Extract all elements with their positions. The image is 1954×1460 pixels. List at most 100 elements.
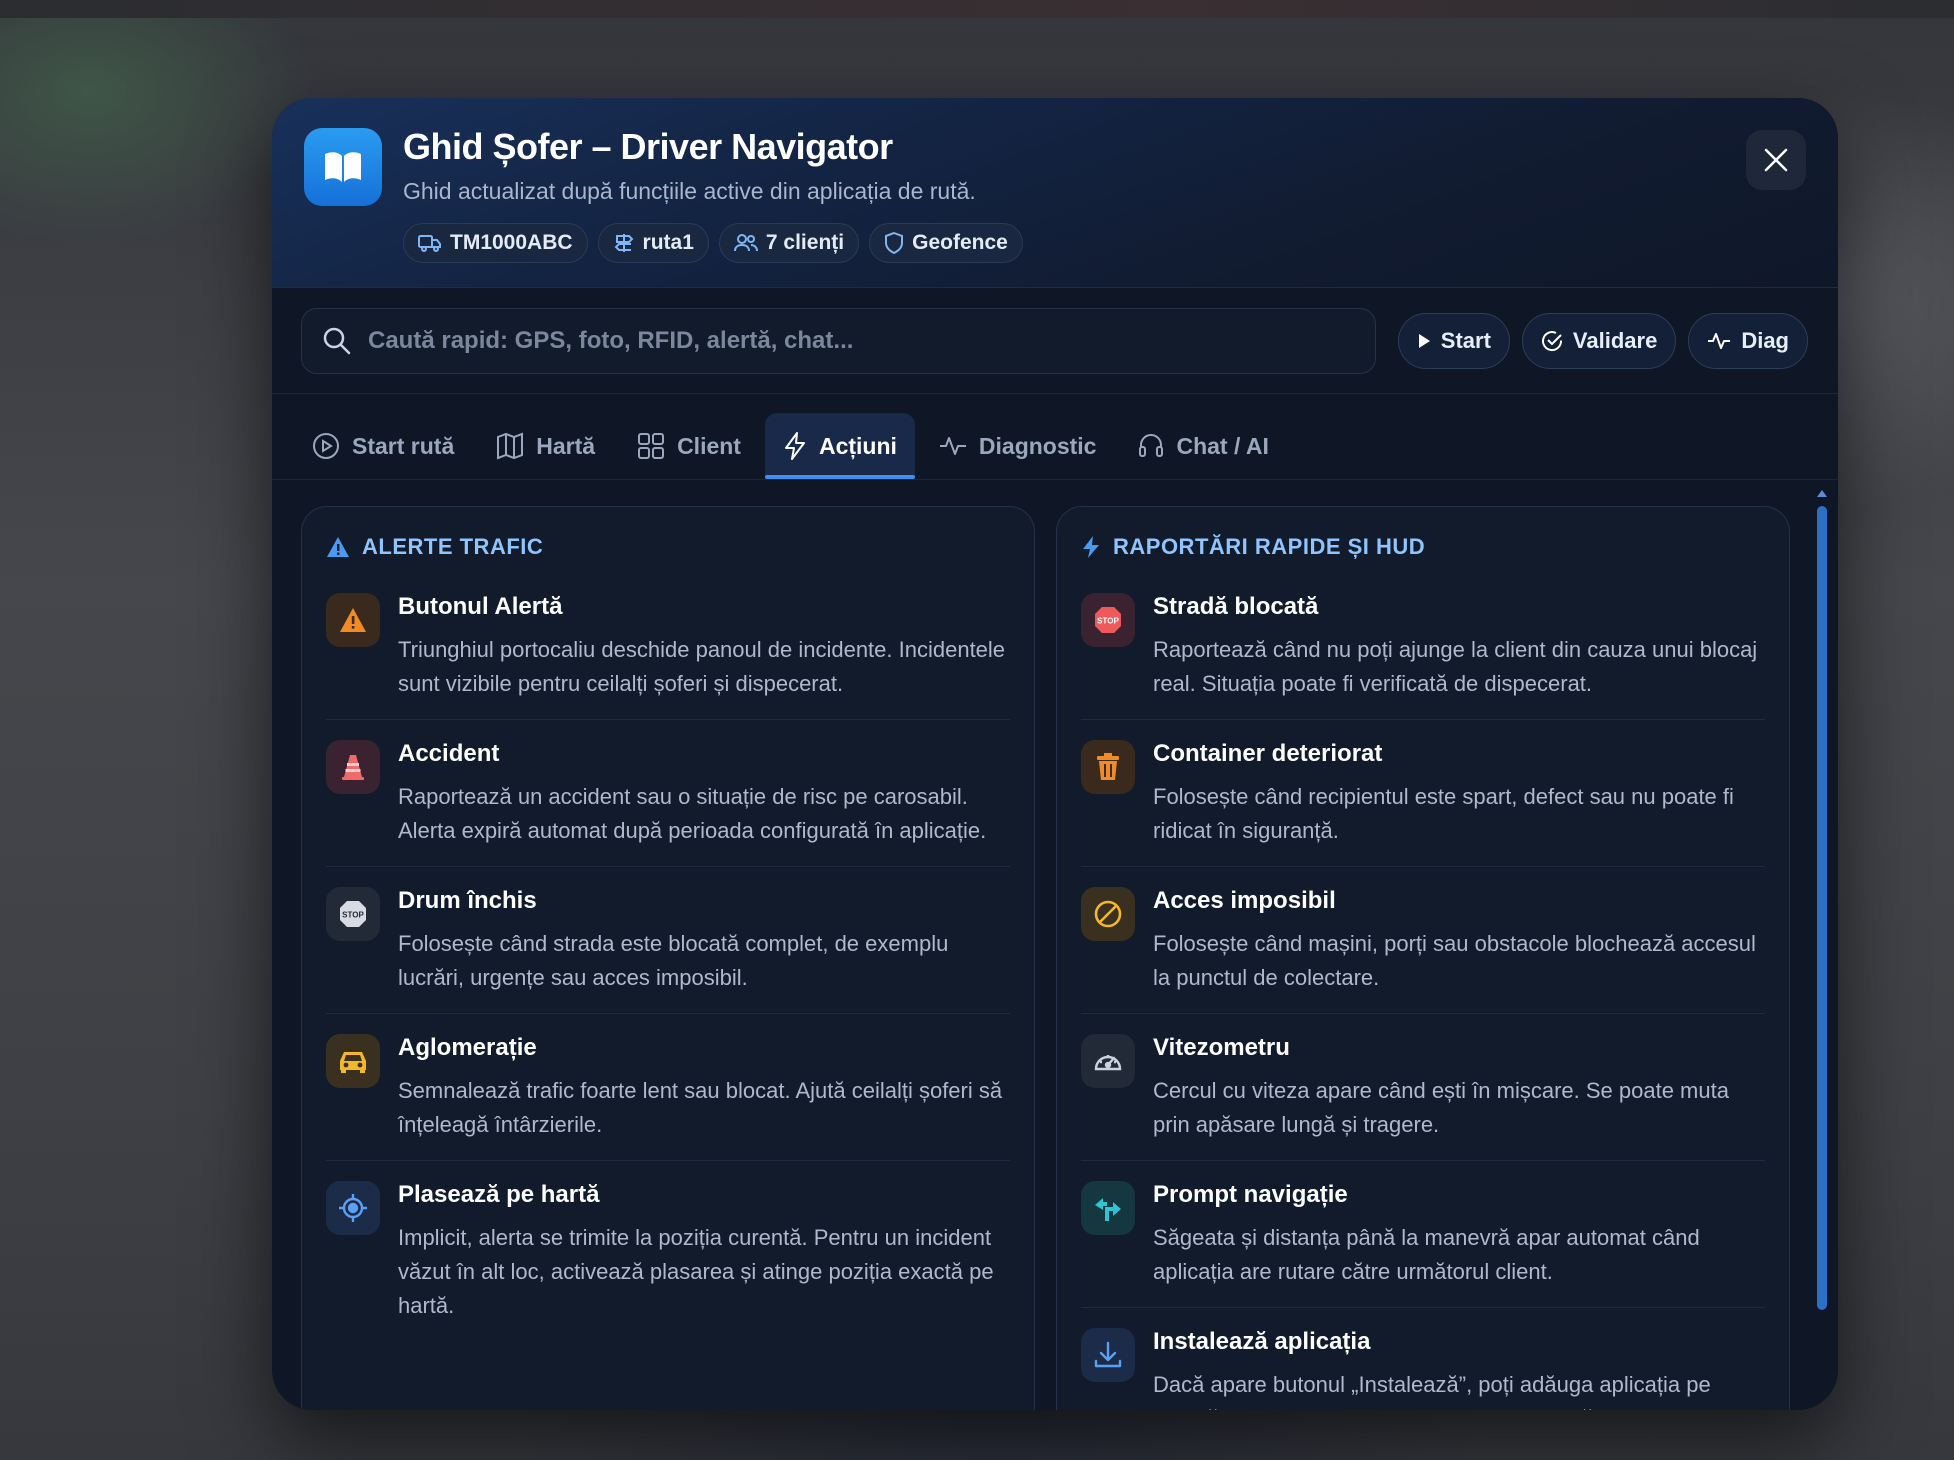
- turn-arrow-icon: [1081, 1181, 1135, 1235]
- item-desc: Săgeata și distanța până la manevră apar…: [1153, 1225, 1700, 1284]
- item-title: Stradă blocată: [1153, 593, 1319, 620]
- item-title: Acces imposibil: [1153, 887, 1336, 914]
- item-desc: Raportează când nu poți ajunge la client…: [1153, 637, 1758, 696]
- scroll-up-arrow-icon[interactable]: [1817, 490, 1827, 497]
- tab-label: Diagnostic: [978, 432, 1097, 459]
- item-title: Instalează aplicația: [1153, 1328, 1371, 1355]
- tab-label: Acțiuni: [818, 432, 897, 459]
- tab-label: Chat / AI: [1176, 432, 1269, 459]
- truck-icon: [418, 235, 441, 252]
- pulse-icon: [1708, 333, 1731, 349]
- item-title: Drum închis: [398, 887, 537, 914]
- trash-icon: [1081, 740, 1135, 794]
- list-item: Instalează aplicația Dacă apare butonul …: [1081, 1318, 1765, 1410]
- tab-label: Hartă: [536, 432, 596, 459]
- pulse-icon: [939, 437, 966, 455]
- item-title: Butonul Alertă: [398, 593, 563, 620]
- stop-sign-icon: STOP: [326, 887, 380, 941]
- tab-actions[interactable]: Acțiuni: [764, 413, 915, 479]
- list-item: STOP Drum închis Folosește când strada e…: [326, 877, 1010, 1014]
- background-strip: [0, 0, 1954, 18]
- validation-button[interactable]: Validare: [1521, 313, 1677, 369]
- item-desc: Raportează un accident sau o situație de…: [398, 784, 987, 843]
- item-desc: Cercul cu viteza apare când ești în mișc…: [1153, 1078, 1729, 1137]
- traffic-cone-icon: [326, 740, 380, 794]
- tab-chat-ai[interactable]: Chat / AI: [1120, 413, 1286, 479]
- scrollbar-thumb[interactable]: [1817, 506, 1827, 1310]
- diag-button[interactable]: Diag: [1688, 313, 1808, 369]
- modal-header: Ghid Șofer – Driver Navigator Ghid actua…: [272, 98, 1838, 288]
- quick-buttons: Start Validare Diag: [1397, 313, 1808, 369]
- item-title: Container deteriorat: [1153, 740, 1383, 767]
- search-input[interactable]: [368, 327, 1375, 355]
- diag-button-label: Diag: [1741, 328, 1789, 353]
- item-desc: Folosește când strada este blocată compl…: [398, 931, 949, 990]
- close-button[interactable]: [1746, 130, 1806, 190]
- check-circle-icon: [1541, 331, 1562, 352]
- item-title: Plasează pe hartă: [398, 1181, 600, 1208]
- chip-label: Geofence: [912, 231, 1008, 254]
- panel-title: ALERTE TRAFIC: [326, 529, 1010, 565]
- modal-subtitle: Ghid actualizat după funcțiile active di…: [403, 178, 976, 204]
- speedometer-icon: [1081, 1034, 1135, 1088]
- tab-diagnostic[interactable]: Diagnostic: [921, 413, 1115, 479]
- list-item: Prompt navigație Săgeata și distanța pân…: [1081, 1171, 1765, 1308]
- content-scrollbar[interactable]: [1816, 490, 1828, 1310]
- tab-label: Client: [677, 432, 741, 459]
- map-icon: [497, 432, 524, 460]
- panel-title-label: RAPORTĂRI RAPIDE ȘI HUD: [1113, 534, 1426, 559]
- panel-title: RAPORTĂRI RAPIDE ȘI HUD: [1081, 529, 1765, 565]
- validation-button-label: Validare: [1572, 328, 1658, 353]
- svg-text:STOP: STOP: [1097, 617, 1119, 626]
- item-title: Vitezometru: [1153, 1034, 1290, 1061]
- tab-content: ALERTE TRAFIC Butonul Alertă Triunghiul …: [272, 480, 1838, 1410]
- chip-label: ruta1: [642, 231, 694, 254]
- car-icon: [326, 1034, 380, 1088]
- tab-start-route[interactable]: Start rută: [294, 413, 472, 479]
- item-desc: Triunghiul portocaliu deschide panoul de…: [398, 637, 1006, 696]
- panel-title-label: ALERTE TRAFIC: [362, 534, 544, 559]
- chip-vehicle: TM1000ABC: [403, 223, 588, 263]
- start-button-label: Start: [1440, 328, 1491, 353]
- search-row: Start Validare Diag: [272, 288, 1838, 394]
- bolt-icon: [1083, 536, 1099, 558]
- start-button[interactable]: Start: [1397, 313, 1510, 369]
- chip-geofence: Geofence: [869, 223, 1023, 263]
- stop-sign-icon: STOP: [1081, 593, 1135, 647]
- info-chips: TM1000ABC ruta1 7 clienți Geofence: [403, 223, 1023, 263]
- tab-client[interactable]: Client: [619, 413, 759, 479]
- play-circle-icon: [313, 433, 339, 459]
- book-icon: [304, 128, 382, 206]
- forbidden-icon: [1081, 887, 1135, 941]
- list-item: Acces imposibil Folosește când mașini, p…: [1081, 877, 1765, 1014]
- tab-bar: Start rută Hartă Client Acțiuni Diagnost…: [272, 394, 1838, 480]
- tab-label: Start rută: [352, 432, 455, 459]
- search-box[interactable]: [301, 308, 1376, 374]
- chip-clients: 7 clienți: [718, 223, 860, 263]
- close-icon: [1764, 148, 1788, 172]
- item-desc: Folosește când recipientul este spart, d…: [1153, 784, 1734, 843]
- list-item: Vitezometru Cercul cu viteza apare când …: [1081, 1024, 1765, 1161]
- chip-route: ruta1: [597, 223, 709, 263]
- grid-icon: [638, 433, 665, 459]
- quick-reports-panel: RAPORTĂRI RAPIDE ȘI HUD STOP Stradă bloc…: [1056, 506, 1790, 1410]
- list-item: Butonul Alertă Triunghiul portocaliu des…: [326, 583, 1010, 720]
- signpost-icon: [614, 234, 633, 252]
- list-item: Aglomerație Semnalează trafic foarte len…: [326, 1024, 1010, 1161]
- driver-guide-modal: Ghid Șofer – Driver Navigator Ghid actua…: [272, 98, 1838, 1410]
- list-item: Container deteriorat Folosește când reci…: [1081, 730, 1765, 867]
- modal-title: Ghid Șofer – Driver Navigator: [403, 126, 893, 167]
- item-desc: Dacă apare butonul „Instalează”, poți ad…: [1153, 1372, 1711, 1410]
- bolt-icon: [784, 432, 805, 460]
- item-desc: Implicit, alerta se trimite la poziția c…: [398, 1225, 994, 1318]
- chip-label: TM1000ABC: [450, 231, 573, 254]
- item-desc: Folosește când mașini, porți sau obstaco…: [1153, 931, 1756, 990]
- shield-icon: [885, 232, 904, 254]
- warning-icon: [326, 593, 380, 647]
- item-title: Aglomerație: [398, 1034, 537, 1061]
- play-icon: [1418, 334, 1430, 348]
- item-title: Accident: [398, 740, 500, 767]
- download-icon: [1081, 1328, 1135, 1382]
- headset-icon: [1139, 434, 1164, 457]
- tab-map[interactable]: Hartă: [478, 413, 613, 479]
